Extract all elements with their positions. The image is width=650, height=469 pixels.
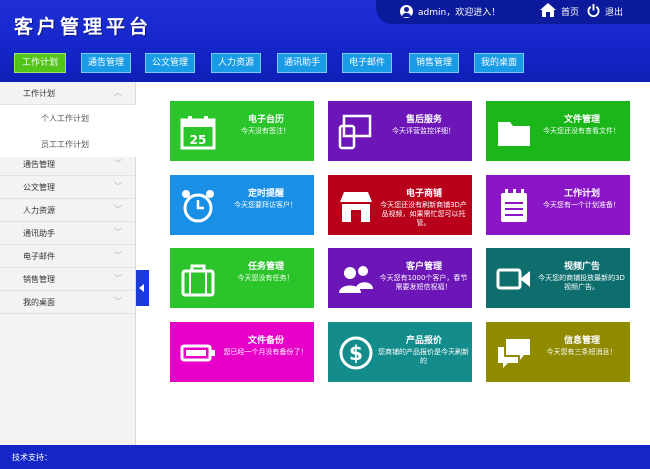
sidebar-item-label: 我的桌面 xyxy=(23,298,55,307)
footer: 技术支持： xyxy=(0,445,650,469)
tile-desc: 今天您有一个计划准备！ xyxy=(543,201,620,209)
sidebar-item-label: 个人工作计划 xyxy=(41,114,89,123)
sidebar-subitem-personal-plan[interactable]: 个人工作计划 xyxy=(0,105,136,131)
dollar-icon: $ xyxy=(339,336,373,370)
tile-desc: 您商铺的产品报价是今天刷新的 xyxy=(378,348,469,365)
devices-icon xyxy=(338,114,372,150)
sidebar-item-sales[interactable]: 销售管理 ﹀ xyxy=(0,268,136,291)
chevron-down-icon: ﹀ xyxy=(114,182,122,191)
folder-icon xyxy=(498,122,530,146)
home-icon[interactable] xyxy=(540,3,556,17)
battery-icon xyxy=(180,344,215,362)
tile-eshop[interactable]: 电子商铺 今天您还没有刷新商铺3D产品视频，如果需忙您可以托管。 xyxy=(328,175,472,235)
tile-desc: 今天您的商铺投放最新的3D视频广告。 xyxy=(538,274,625,291)
tile-title: 定时提醒 xyxy=(247,189,284,199)
sidebar-item-label: 电子邮件 xyxy=(23,252,55,261)
chevron-down-icon: ﹀ xyxy=(114,274,122,283)
tile-customer-manager[interactable]: 客户管理 今天您有1000个客户，春节需要发短信祝福！ xyxy=(328,248,472,308)
sidebar-item-work-plan[interactable]: 工作计划 ︿ xyxy=(0,82,136,105)
alarm-clock-icon xyxy=(182,190,214,223)
welcome-text: admin，欢迎进入！ xyxy=(418,8,501,18)
tile-title: 售后服务 xyxy=(405,115,442,125)
chevron-up-icon: ︿ xyxy=(114,88,122,97)
chat-icon xyxy=(498,339,530,368)
tile-title: 信息管理 xyxy=(563,336,600,346)
sidebar-item-contacts[interactable]: 通讯助手 ﹀ xyxy=(0,222,136,245)
power-icon[interactable] xyxy=(587,4,600,17)
tile-title: 文件备份 xyxy=(247,336,284,346)
sidebar-item-notice[interactable]: 通告管理 ﹀ xyxy=(0,153,136,176)
tile-title: 电子台历 xyxy=(247,115,284,125)
app-title: 客户管理平台 xyxy=(14,16,153,38)
sidebar-item-desktop[interactable]: 我的桌面 ﹀ xyxy=(0,291,136,314)
tile-desc: 今天您还没有查看文件！ xyxy=(543,127,620,135)
sidebar-collapse-button[interactable] xyxy=(136,270,149,306)
calendar-day: 25 xyxy=(190,133,207,147)
sidebar-item-email[interactable]: 电子邮件 ﹀ xyxy=(0,245,136,268)
chevron-down-icon: ﹀ xyxy=(114,159,122,168)
tile-desc: 今天您有1000个客户，春节需要发短信祝福！ xyxy=(379,274,468,291)
tile-title: 工作计划 xyxy=(563,189,600,199)
nav-item-sales[interactable]: 销售管理 xyxy=(409,53,459,73)
nav-item-email[interactable]: 电子邮件 xyxy=(342,53,392,73)
tile-desc: 今天您没有任务！ xyxy=(237,274,294,282)
tile-file-backup[interactable]: 文件备份 您已经一个月没有备份了！ xyxy=(170,322,314,382)
tile-title: 电子商铺 xyxy=(405,189,442,199)
sidebar-item-documents[interactable]: 公文管理 ﹀ xyxy=(0,176,136,199)
tile-video-ads[interactable]: 视频广告 今天您的商铺投放最新的3D视频广告。 xyxy=(486,248,630,308)
tile-desc: 今天您要拜访客户！ xyxy=(234,201,297,209)
tile-desc: 今天没有签注！ xyxy=(241,127,290,135)
logout-link[interactable]: 退出 xyxy=(605,5,623,18)
users-icon xyxy=(339,266,373,293)
chevron-down-icon: ﹀ xyxy=(114,251,122,260)
sidebar-item-label: 通讯助手 xyxy=(23,229,55,238)
chevron-down-icon: ﹀ xyxy=(114,228,122,237)
calendar-icon: 25 xyxy=(180,116,216,150)
sidebar-item-label: 工作计划 xyxy=(23,89,55,98)
sidebar: 工作计划 ︿ 个人工作计划 员工工作计划 通告管理 ﹀ 公文管理 ﹀ 人力资源 … xyxy=(0,82,136,445)
tile-file-manager[interactable]: 文件管理 今天您还没有查看文件！ xyxy=(486,101,630,161)
main-area: 25 电子台历 今天没有签注！ 售后服务 今天评营监控详细！ 文件管理 今天您还… xyxy=(149,82,650,445)
bag-icon xyxy=(181,264,215,297)
tile-product-quote[interactable]: $ 产品报价 您商铺的产品报价是今天刷新的 xyxy=(328,322,472,382)
sidebar-item-label: 销售管理 xyxy=(23,275,55,284)
nav-item-notice[interactable]: 通告管理 xyxy=(81,53,131,73)
tile-reminder[interactable]: 定时提醒 今天您要拜访客户！ xyxy=(170,175,314,235)
sidebar-item-label: 员工工作计划 xyxy=(41,140,89,149)
tile-task-manager[interactable]: 任务管理 今天您没有任务！ xyxy=(170,248,314,308)
tile-title: 任务管理 xyxy=(247,262,284,272)
video-camera-icon xyxy=(496,268,530,290)
tile-desc: 今天评营监控详细！ xyxy=(392,127,455,135)
sidebar-item-label: 人力资源 xyxy=(23,206,55,215)
tile-desc: 今天您有三条短消息！ xyxy=(546,348,617,356)
svg-text:$: $ xyxy=(349,341,363,365)
shop-icon xyxy=(340,192,372,222)
tile-title: 文件管理 xyxy=(563,115,600,125)
header: 客户管理平台 admin，欢迎进入！ 首页 退出 工作计划 通告管理 公文管理 … xyxy=(0,0,650,82)
nav-item-documents[interactable]: 公文管理 xyxy=(145,53,195,73)
chevron-down-icon: ﹀ xyxy=(114,205,122,214)
footer-text: 技术支持： xyxy=(12,453,52,462)
tile-title: 客户管理 xyxy=(405,262,442,272)
notepad-icon xyxy=(501,189,527,222)
tile-title: 产品报价 xyxy=(405,336,442,346)
chevron-down-icon: ﹀ xyxy=(114,297,122,306)
tile-desc: 您已经一个月没有备份了！ xyxy=(223,348,308,356)
tile-messages[interactable]: 信息管理 今天您有三条短消息！ xyxy=(486,322,630,382)
nav-item-desktop[interactable]: 我的桌面 xyxy=(474,53,524,73)
sidebar-item-label: 通告管理 xyxy=(23,160,55,169)
tile-calendar[interactable]: 25 电子台历 今天没有签注！ xyxy=(170,101,314,161)
sidebar-item-hr[interactable]: 人力资源 ﹀ xyxy=(0,199,136,222)
home-link[interactable]: 首页 xyxy=(561,5,579,18)
tile-desc: 今天您还没有刷新商铺3D产品视频，如果需忙您可以托管。 xyxy=(380,201,467,227)
tile-work-plan[interactable]: 工作计划 今天您有一个计划准备！ xyxy=(486,175,630,235)
tile-after-sales[interactable]: 售后服务 今天评营监控详细！ xyxy=(328,101,472,161)
tile-title: 视频广告 xyxy=(563,262,600,272)
user-icon xyxy=(400,5,413,18)
sidebar-item-label: 公文管理 xyxy=(23,183,55,192)
nav-item-hr[interactable]: 人力资源 xyxy=(211,53,261,73)
nav-item-work-plan[interactable]: 工作计划 xyxy=(14,53,66,73)
nav-item-contacts[interactable]: 通讯助手 xyxy=(277,53,327,73)
